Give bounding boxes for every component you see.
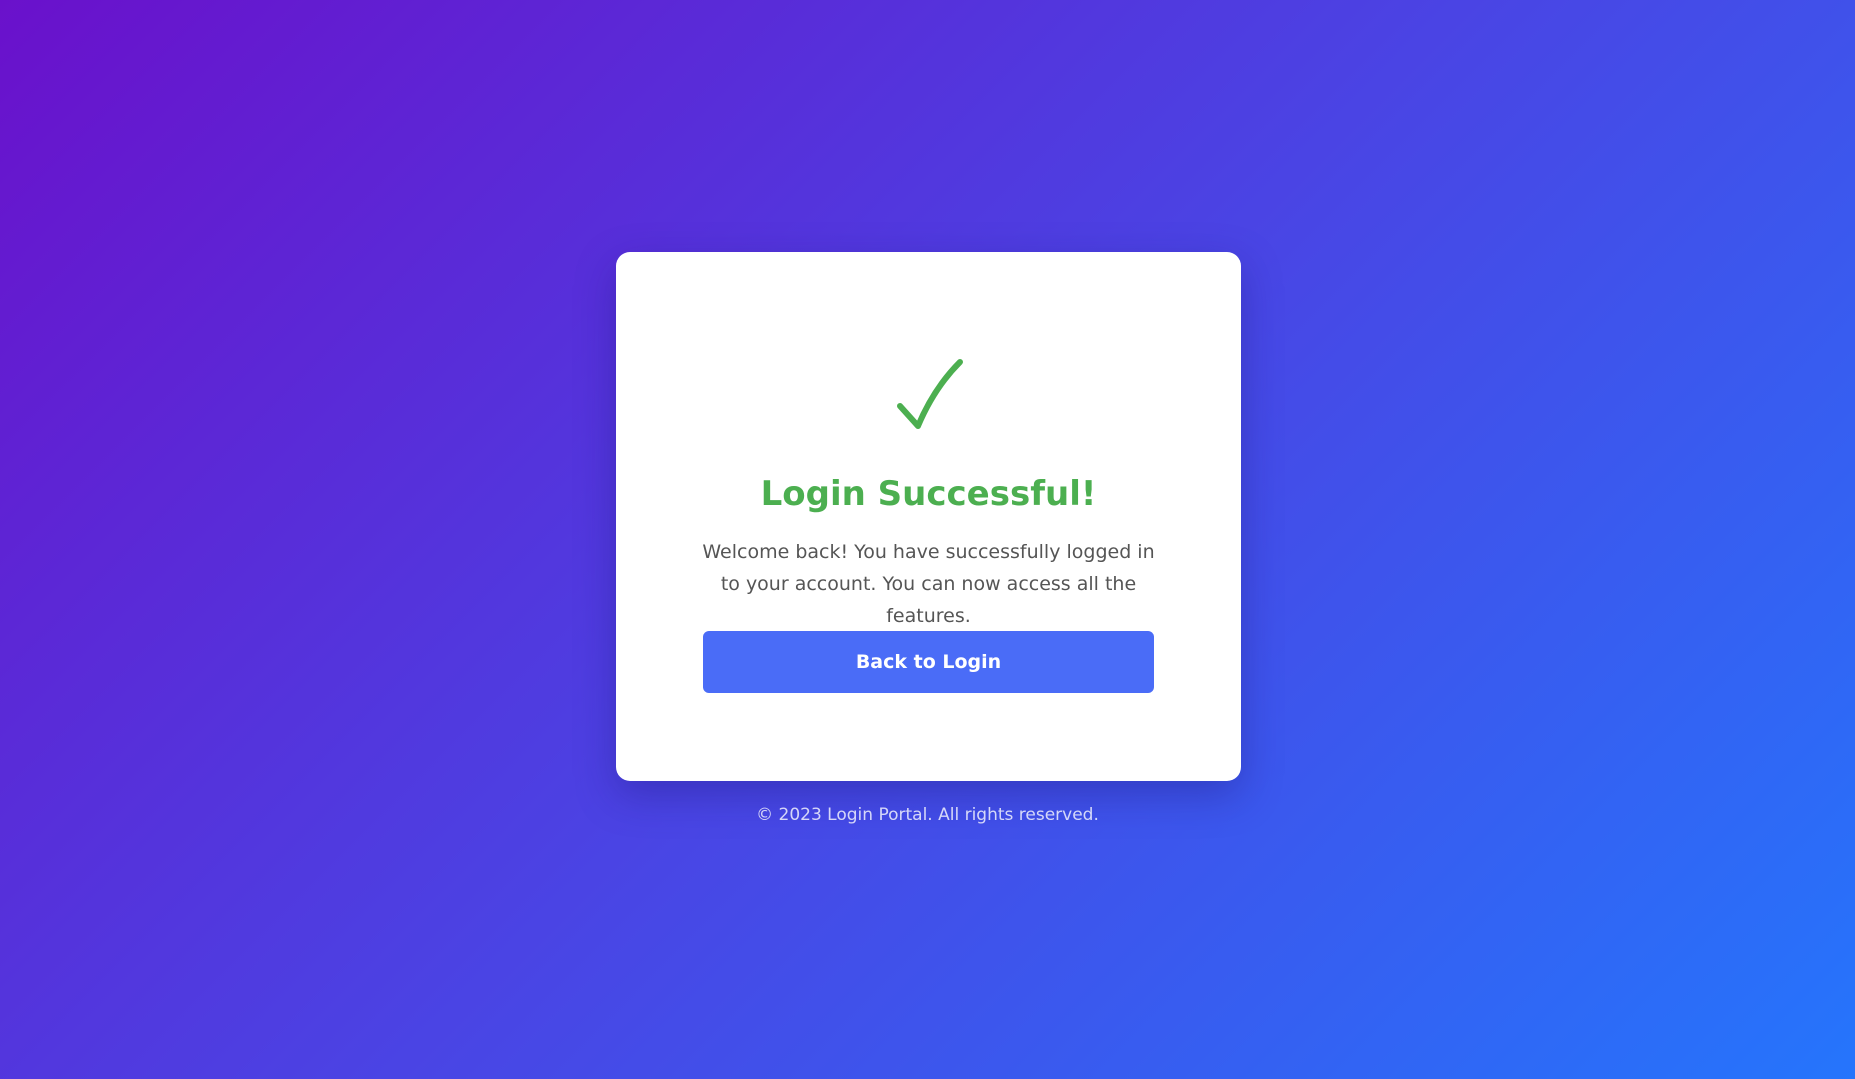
back-to-login-button[interactable]: Back to Login: [703, 631, 1154, 693]
footer-copyright: © 2023 Login Portal. All rights reserved…: [756, 805, 1099, 825]
success-card: Login Successful! Welcome back! You have…: [616, 252, 1241, 781]
welcome-message: Welcome back! You have successfully logg…: [702, 541, 1155, 627]
checkmark-icon: [616, 358, 1241, 438]
page-title: Login Successful!: [760, 474, 1097, 514]
